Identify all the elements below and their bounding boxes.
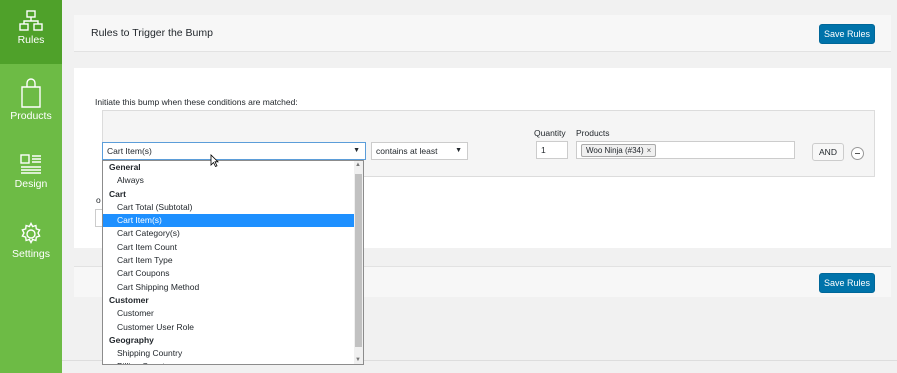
sidebar-item-products[interactable]: Products [0,78,62,132]
design-icon [20,154,41,174]
product-tag: Woo Ninja (#34) × [581,144,657,157]
conditions-heading: Initiate this bump when these conditions… [95,97,298,107]
product-tag-label: Woo Ninja (#34) [586,146,644,155]
condition-value: Cart Item(s) [107,146,152,156]
header-bar: Rules to Trigger the Bump Save Rules [74,15,891,52]
dropdown-option[interactable]: Customer User Role [103,321,355,334]
dropdown-group-label: General [109,162,141,172]
sidebar-item-label: Design [14,178,48,190]
rules-icon [19,10,43,31]
sidebar: Rules Products Design Settings [0,0,62,373]
dropdown-option[interactable]: Cart Coupons [103,267,355,280]
operator-value: contains at least [376,146,438,156]
sidebar-item-label: Rules [17,34,45,46]
dropdown-option[interactable]: Customer [103,307,355,320]
dropdown-group-label: Geography [109,334,154,345]
chevron-down-icon: ▼ [455,147,462,154]
and-button[interactable]: AND [812,143,844,161]
save-rules-button[interactable]: Save Rules [819,24,875,44]
chevron-down-icon: ▼ [353,147,360,154]
operator-select[interactable]: contains at least ▼ [371,142,468,160]
or-label: o [96,195,101,205]
close-icon[interactable]: × [647,146,652,155]
dropdown-option[interactable]: Cart Category(s) [103,227,355,240]
dropdown-option[interactable]: Cart Item(s) [103,214,355,228]
condition-select[interactable]: Cart Item(s) ▼ [102,142,366,160]
dropdown-option[interactable]: Cart Shipping Method [103,281,355,294]
sidebar-item-design[interactable]: Design [0,154,62,196]
scrollbar-thumb[interactable] [355,174,362,347]
sidebar-item-settings[interactable]: Settings [0,222,62,266]
dropdown-option[interactable]: Cart Total (Subtotal) [103,201,355,214]
products-input[interactable]: Woo Ninja (#34) × [576,141,795,159]
dropdown-option[interactable]: Shipping Country [103,347,355,360]
quantity-label: Quantity [534,128,566,138]
mouse-cursor-icon [210,154,219,168]
dropdown-option[interactable]: Cart Item Count [103,241,355,254]
condition-dropdown: General Always Cart Cart Total (Subtotal) Ca… [102,160,364,365]
dropdown-group-label: Cart [109,188,127,199]
dropdown-option[interactable]: Billing Country [103,360,355,364]
scrollbar[interactable]: ▲ ▼ [354,161,363,364]
scroll-up-icon[interactable]: ▲ [355,162,361,168]
dropdown-option[interactable]: Always [103,174,355,187]
sidebar-item-label: Products [10,110,52,122]
bag-icon [21,78,41,108]
gear-icon [21,222,41,244]
scroll-down-icon[interactable]: ▼ [355,357,361,363]
dropdown-group-label: Customer [109,294,149,305]
sidebar-item-rules[interactable]: Rules [0,0,62,64]
sidebar-item-label: Settings [12,248,50,260]
remove-condition-button[interactable] [851,147,864,160]
dropdown-list: General Always Cart Cart Total (Subtotal) Ca… [103,161,355,364]
quantity-input[interactable]: 1 [536,141,568,159]
page-title: Rules to Trigger the Bump [91,27,213,39]
dropdown-option[interactable]: Cart Item Type [103,254,355,267]
save-rules-button[interactable]: Save Rules [819,273,875,293]
products-label: Products [576,128,610,138]
